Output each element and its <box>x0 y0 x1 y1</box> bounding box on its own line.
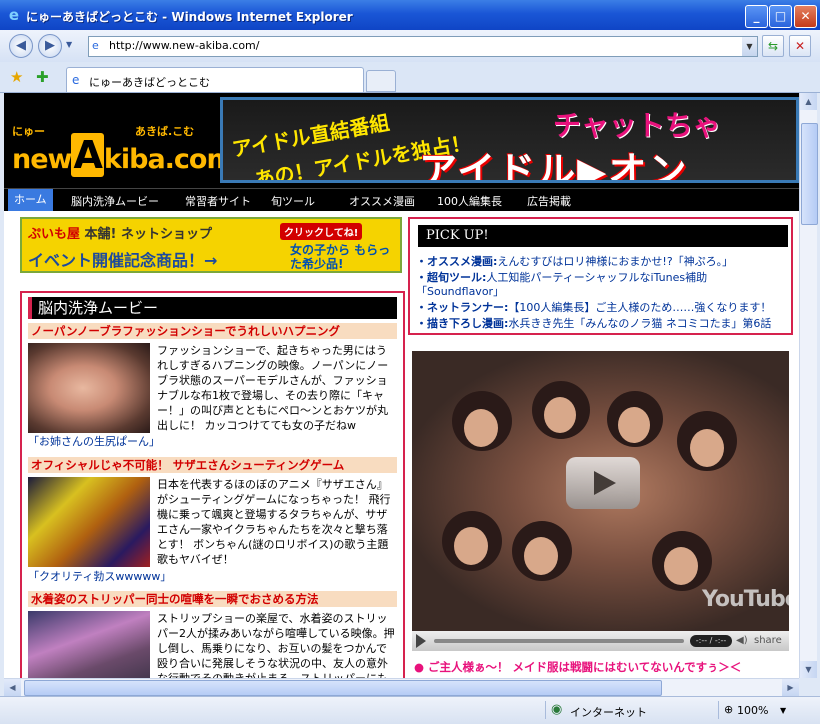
history-dropdown-icon[interactable]: ▼ <box>66 40 72 49</box>
pickup-title: PICK UP! <box>418 225 788 247</box>
pickup-box: PICK UP! ・オススメ漫画:えんむすびはロリ神様におまかせ!?「神ぷろ。」… <box>408 217 793 335</box>
entry-thumbnail[interactable] <box>28 477 150 567</box>
control-play-icon[interactable] <box>416 634 426 648</box>
zoom-icon[interactable]: ⊕ <box>724 703 733 716</box>
player-controls: -:-- / -:-- ◀) share <box>412 631 789 651</box>
site-header: にゅー あきば.こむ newAkiba.com アイドル直結番組 あの！アイドル… <box>4 93 799 188</box>
entry-link[interactable]: 「お姉さんの生尻ぱーん」 <box>28 433 160 449</box>
movie-section-title: 脳内洗浄ムービー <box>28 297 397 319</box>
globe-icon: ◉ <box>551 702 563 717</box>
shop-banner[interactable]: ぷいも屋 本舗! ネットショップ クリックしてね! イベント開催記念商品！→ 女… <box>20 217 402 273</box>
pickup-item-text[interactable]: 【100人編集長】ご主人様のため……強くなります！ <box>508 301 771 314</box>
pickup-item[interactable]: 「Soundflavor」 <box>416 283 504 299</box>
favorites-star-icon[interactable]: ★ <box>10 68 23 86</box>
movie-section: 脳内洗浄ムービー ノーパンノーブラファッションショーでうれしいハプニング ファッ… <box>20 291 405 678</box>
address-url[interactable]: http://www.new-akiba.com/ <box>109 39 259 52</box>
page-viewport: にゅー あきば.こむ newAkiba.com アイドル直結番組 あの！アイドル… <box>4 93 799 678</box>
site-nav: ホーム 脳内洗浄ムービー 常習者サイト 旬ツール オススメ漫画 100人編集長 … <box>4 188 799 211</box>
pickup-item[interactable]: ・ネットランナー:【100人編集長】ご主人様のため……強くなります！ <box>416 299 771 315</box>
entry-title[interactable]: オフィシャルじゃ不可能！ サザエさんシューティングゲーム <box>28 457 397 473</box>
entry-thumbnail[interactable] <box>28 343 150 433</box>
back-arrow-icon[interactable]: ◀ <box>9 34 33 58</box>
logo-part-new: new <box>12 144 72 175</box>
scroll-right-icon[interactable]: ▶ <box>782 679 799 696</box>
tab-label: にゅーあきばどっとこむ <box>89 76 210 89</box>
tab-current[interactable]: e にゅーあきばどっとこむ <box>66 67 364 92</box>
horizontal-scroll-thumb[interactable] <box>24 680 662 696</box>
pickup-item-label: ・オススメ漫画: <box>416 255 498 268</box>
play-button[interactable] <box>566 457 640 509</box>
scroll-left-icon[interactable]: ◀ <box>4 679 21 696</box>
window-title: にゅーあきばどっとこむ - Windows Internet Explorer <box>26 10 353 24</box>
page-icon: e <box>92 39 99 52</box>
pickup-item-label: ・ネットランナー: <box>416 301 509 314</box>
seek-bar[interactable] <box>434 639 684 643</box>
security-zone: インターネット <box>570 706 647 719</box>
shop-line: イベント開催記念商品！→ <box>28 251 218 270</box>
play-icon <box>594 471 616 495</box>
pickup-item-text[interactable]: えんむすびはロリ神様におまかせ!?「神ぷろ。」 <box>497 255 733 268</box>
forward-arrow-icon[interactable]: ▶ <box>38 34 62 58</box>
refresh-icon[interactable]: ⇆ <box>762 35 784 57</box>
logo-part-kiba: kiba.com <box>103 144 235 175</box>
idol-on-banner[interactable]: アイドル直結番組 あの！アイドルを独占！ チャットちゃ アイドル▶オン <box>220 97 799 183</box>
vertical-scroll-thumb[interactable] <box>801 123 818 225</box>
banner-main: アイドル▶オン <box>419 149 689 183</box>
pickup-item-text[interactable]: 人工知能パーティーシャッフルなiTunes補助 <box>486 271 707 284</box>
address-bar[interactable]: e http://www.new-akiba.com/ ▼ <box>88 36 758 57</box>
entry-thumbnail[interactable] <box>28 611 150 678</box>
close-button[interactable]: ✕ <box>794 5 817 28</box>
shop-title-rest: 本舗! ネットショップ <box>80 227 212 242</box>
pickup-item[interactable]: ・オススメ漫画:えんむすびはロリ神様におまかせ!?「神ぷろ。」 <box>416 253 733 269</box>
shop-side: 女の子から もらった希少品! <box>290 243 391 271</box>
share-button[interactable]: share <box>754 635 782 646</box>
status-bar: ◉ インターネット ⊕ 100% ▼ <box>0 696 820 724</box>
zoom-level[interactable]: 100% <box>737 704 768 717</box>
shop-title: ぷいも屋 本舗! ネットショップ <box>28 223 212 242</box>
nav-movie[interactable]: 脳内洗浄ムービー <box>71 193 159 209</box>
youtube-player[interactable]: YouTube -:-- / -:-- ◀) share <box>412 351 789 651</box>
shop-click-badge: クリックしてね! <box>280 223 363 240</box>
banner-chat: チャットちゃ <box>553 109 721 142</box>
stop-icon[interactable]: ✕ <box>789 35 811 57</box>
title-bar: e にゅーあきばどっとこむ - Windows Internet Explore… <box>0 0 820 30</box>
entry-link[interactable]: 「クオリティ勃スwwwww」 <box>28 568 171 584</box>
minimize-button[interactable]: _ <box>745 5 768 28</box>
shop-title-red: ぷいも屋 <box>28 227 81 242</box>
new-tab-button[interactable] <box>366 70 396 92</box>
nav-editors[interactable]: 100人編集長 <box>437 193 502 209</box>
ie-logo-icon: e <box>8 6 20 24</box>
video-caption[interactable]: ● ご主人様ぁ〜！ メイド服は戦闘にはむいてないんですぅ＞＜ <box>414 659 741 675</box>
zoom-dropdown-icon[interactable]: ▼ <box>780 706 786 715</box>
scroll-up-icon[interactable]: ▲ <box>800 93 817 110</box>
nav-tools[interactable]: 旬ツール <box>271 193 315 209</box>
nav-manga[interactable]: オススメ漫画 <box>349 193 415 209</box>
vertical-scrollbar[interactable]: ▲ ▼ <box>799 93 818 678</box>
time-display: -:-- / -:-- <box>690 635 732 647</box>
nav-ads[interactable]: 広告掲載 <box>527 193 571 209</box>
address-dropdown-icon[interactable]: ▼ <box>742 37 757 56</box>
maximize-button[interactable]: □ <box>769 5 792 28</box>
pickup-item[interactable]: ・描き下ろし漫画:水兵きき先生「みんなのノラ猫 ネコミコたま」第6話 <box>416 315 771 331</box>
pickup-item-text[interactable]: 水兵きき先生「みんなのノラ猫 ネコミコたま」第6話 <box>508 317 771 330</box>
youtube-logo: YouTube <box>702 587 789 612</box>
entry-text: ストリップショーの楽屋で、水着姿のストリッパー2人が揉みあいながら喧嘩している映… <box>157 612 395 678</box>
site-logo[interactable]: newAkiba.com <box>12 133 235 177</box>
nav-home[interactable]: ホーム <box>8 189 53 211</box>
horizontal-scrollbar[interactable]: ◀ ▶ <box>4 678 799 696</box>
pickup-item-label: ・描き下ろし漫画: <box>416 317 509 330</box>
volume-icon[interactable]: ◀) <box>736 635 748 646</box>
nav-addict-sites[interactable]: 常習者サイト <box>185 193 251 209</box>
scroll-down-icon[interactable]: ▼ <box>800 661 817 678</box>
add-favorites-icon[interactable]: ✚ <box>36 68 49 86</box>
entry-title[interactable]: ノーパンノーブラファッションショーでうれしいハプニング <box>28 323 397 339</box>
tab-bar: ★ ✚ e にゅーあきばどっとこむ <box>0 62 820 93</box>
entry-text: 日本を代表するほのぼのアニメ『サザエさん』がシューティングゲームになっちゃった！… <box>157 478 391 566</box>
logo-part-a: A <box>71 133 104 177</box>
entry-text: ファッションショーで、起きちゃった男にはうれしすぎるハプニングの映像。ノーパンに… <box>157 344 389 432</box>
pickup-item-text[interactable]: 「Soundflavor」 <box>416 285 504 298</box>
tab-page-icon: e <box>72 73 80 87</box>
entry-title[interactable]: 水着姿のストリッパー同士の喧嘩を一瞬でおさめる方法 <box>28 591 397 607</box>
